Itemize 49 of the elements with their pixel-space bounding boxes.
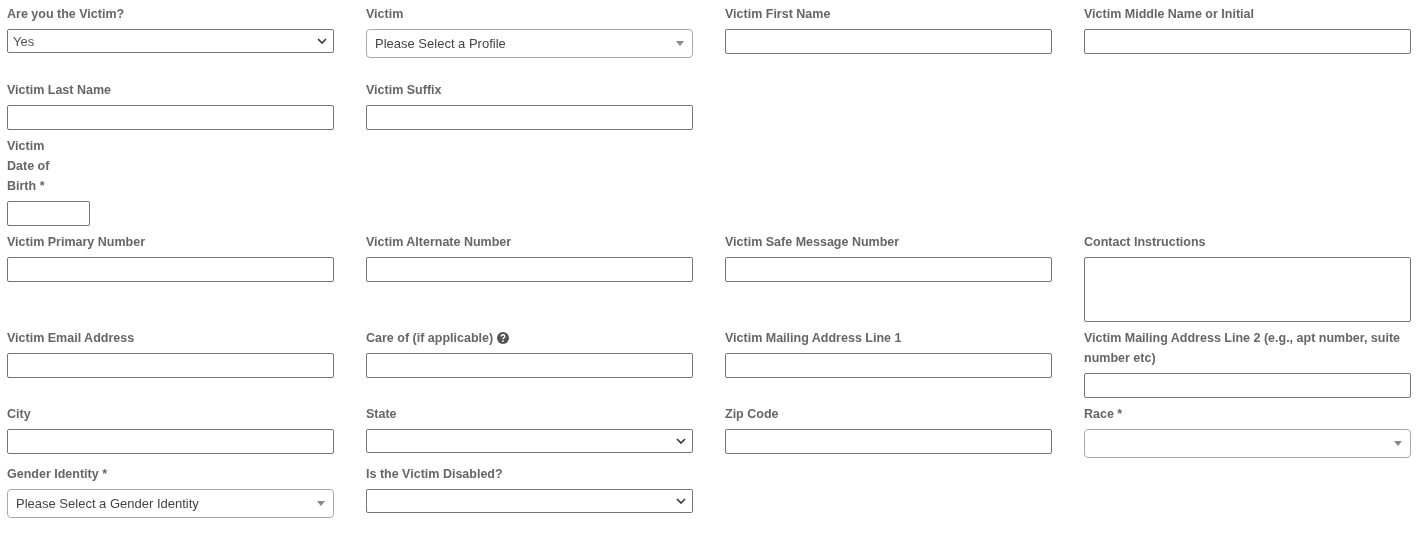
text-area[interactable] (1084, 257, 1411, 322)
field-label: Victim Mailing Address Line 1 (725, 330, 902, 347)
chevron-icon (676, 498, 686, 504)
dropdown[interactable] (1084, 429, 1411, 458)
dropdown[interactable] (366, 429, 693, 453)
field-label: Victim Middle Name or Initial (1084, 6, 1254, 23)
field-label: Victim Date of Birth * (7, 138, 51, 195)
date-field[interactable] (7, 201, 90, 226)
field-label: Victim Email Address (7, 330, 135, 347)
dropdown[interactable]: Please Select a Profile (366, 29, 693, 58)
field-label: Victim First Name (725, 6, 831, 23)
field-label: Victim Mailing Address Line 2 (e.g., apt number, suite number etc) (1084, 330, 1402, 367)
input-field[interactable] (725, 429, 1052, 454)
input-field[interactable] (1084, 373, 1411, 398)
caret-icon (1394, 441, 1402, 446)
field-label: Is the Victim Disabled? (366, 466, 503, 483)
caret-icon (676, 41, 684, 46)
field-label: Victim Primary Number (7, 234, 146, 251)
field-label: Are you the Victim? (7, 6, 125, 23)
dropdown[interactable]: Yes (7, 29, 334, 53)
field-label: State (366, 406, 397, 423)
field-label: Care of (if applicable) (366, 330, 494, 347)
field-label: Gender Identity * (7, 466, 108, 483)
input-field[interactable] (366, 105, 693, 130)
input-field[interactable] (366, 353, 693, 378)
field-label: City (7, 406, 31, 423)
help-icon[interactable] (497, 332, 510, 344)
input-field[interactable] (7, 105, 334, 130)
field-label: Victim Suffix (366, 82, 442, 99)
input-field[interactable] (725, 257, 1052, 282)
field-label: Victim Safe Message Number (725, 234, 900, 251)
field-label: Victim (366, 6, 404, 23)
caret-icon (317, 501, 325, 506)
input-field[interactable] (7, 353, 334, 378)
input-field[interactable] (7, 429, 334, 454)
field-label: Race * (1084, 406, 1123, 423)
input-field[interactable] (725, 353, 1052, 378)
input-field[interactable] (366, 257, 693, 282)
input-field[interactable] (7, 257, 334, 282)
dropdown[interactable]: Please Select a Gender Identity (7, 489, 334, 518)
input-field[interactable] (725, 29, 1052, 54)
field-label: Contact Instructions (1084, 234, 1206, 251)
dropdown[interactable] (366, 489, 693, 513)
field-label: Victim Alternate Number (366, 234, 512, 251)
chevron-icon (676, 438, 686, 444)
chevron-icon (317, 38, 327, 44)
field-label: Zip Code (725, 406, 779, 423)
input-field[interactable] (1084, 29, 1411, 54)
field-label: Victim Last Name (7, 82, 111, 99)
